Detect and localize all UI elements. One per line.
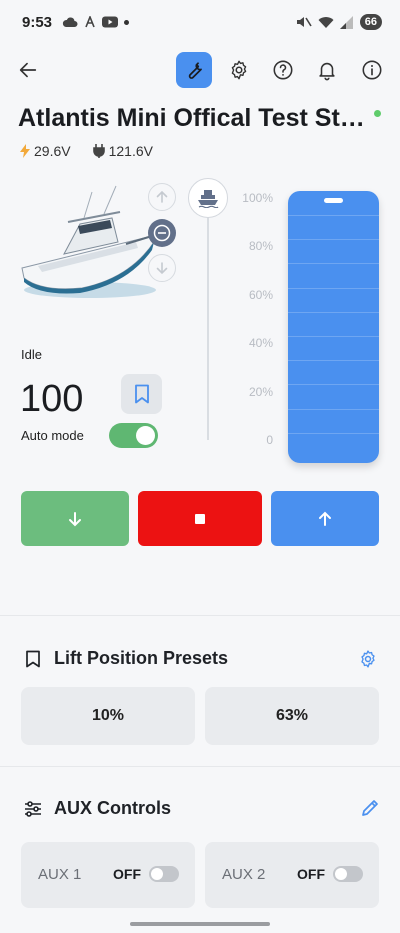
minus-button[interactable] [148, 219, 176, 247]
bar-grid-line [288, 384, 379, 385]
mute-icon [296, 17, 312, 27]
settings-button[interactable] [221, 52, 257, 88]
presets-header: Lift Position Presets [24, 648, 228, 669]
lift-value: 100 [20, 378, 84, 420]
lower-button[interactable] [21, 491, 129, 546]
aux-name: AUX 1 [38, 866, 82, 883]
lift-track [207, 200, 209, 440]
help-button[interactable] [265, 52, 301, 88]
toggle-knob [151, 868, 163, 880]
toggle-knob [335, 868, 347, 880]
device-header: Atlantis Mini Offical Test Sta... [18, 104, 384, 133]
aux-header: AUX Controls [24, 798, 171, 819]
section-divider [0, 766, 400, 767]
device-title: Atlantis Mini Offical Test Sta... [18, 104, 368, 132]
status-bar: 9:53 66 [0, 0, 400, 44]
scale-label: 80% [248, 239, 273, 253]
auto-mode-label: Auto mode [21, 428, 84, 443]
bar-grid-line [288, 433, 379, 434]
aux-name: AUX 2 [222, 866, 266, 883]
help-circle-icon [273, 60, 293, 80]
save-preset-button[interactable] [121, 374, 162, 414]
bar-grid-line [288, 336, 379, 337]
notification-dot-icon [124, 19, 130, 25]
wrench-icon [188, 62, 202, 79]
gear-icon [231, 60, 247, 80]
scale-label: 0 [266, 433, 273, 447]
arrow-up-icon [319, 511, 331, 526]
status-time: 9:53 [22, 13, 53, 31]
scale-label: 60% [248, 288, 273, 302]
lift-state-label: Idle [21, 347, 42, 362]
bar-grid-line [288, 409, 379, 410]
wifi-icon [318, 16, 334, 28]
bookmark-icon [26, 650, 40, 667]
toolbar [0, 48, 400, 92]
edit-aux-button[interactable] [359, 797, 381, 819]
bar-grid-line [288, 288, 379, 289]
preset-button[interactable]: 10% [21, 687, 195, 745]
cloud-icon [62, 17, 78, 27]
back-button[interactable] [10, 52, 46, 88]
online-status-dot [374, 110, 381, 117]
plug-icon [92, 144, 105, 158]
stop-button[interactable] [138, 491, 262, 546]
scale-label: 40% [248, 336, 273, 350]
minus-circle-icon [153, 224, 171, 242]
battery-icon: 66 [359, 14, 382, 30]
info-button[interactable] [354, 52, 390, 88]
lightning-icon [20, 144, 30, 158]
toggle-knob [136, 426, 155, 445]
bar-grid-line [288, 360, 379, 361]
arrow-up-icon [156, 190, 168, 203]
arrow-down-icon [156, 262, 168, 275]
a-icon [85, 16, 95, 28]
gear-icon [361, 650, 375, 668]
battery-voltage: 29.6V [34, 143, 71, 159]
bar-grid-line [288, 263, 379, 264]
lift-bar-handle[interactable] [324, 198, 343, 203]
nudge-up-button[interactable] [148, 183, 176, 211]
boat-icon [198, 190, 219, 208]
lift-position-bar[interactable] [288, 191, 379, 463]
aux-card: AUX 2 OFF [205, 842, 379, 908]
aux-card: AUX 1 OFF [21, 842, 195, 908]
boat-position-knob[interactable] [188, 178, 228, 218]
tools-tab-button[interactable] [176, 52, 212, 88]
arrow-left-icon [19, 62, 37, 78]
aux-state: OFF [113, 866, 141, 882]
presets-settings-button[interactable] [357, 648, 379, 670]
sliders-icon [25, 800, 41, 817]
home-indicator[interactable] [130, 922, 270, 926]
section-divider [0, 615, 400, 616]
signal-icon [339, 15, 353, 29]
raise-button[interactable] [271, 491, 379, 546]
pencil-icon [362, 800, 378, 816]
presets-title: Lift Position Presets [54, 648, 229, 668]
bar-grid-line [288, 312, 379, 313]
aux-state: OFF [297, 866, 325, 882]
plug-voltage: 121.6V [108, 143, 153, 159]
info-icon [362, 60, 382, 80]
bar-grid-line [288, 215, 379, 216]
notifications-button[interactable] [309, 52, 345, 88]
aux-toggle[interactable] [333, 866, 363, 882]
nudge-down-button[interactable] [148, 254, 176, 282]
auto-mode-toggle[interactable] [109, 423, 158, 448]
aux-toggle[interactable] [149, 866, 179, 882]
preset-button[interactable]: 63% [205, 687, 379, 745]
scale-label: 20% [248, 385, 273, 399]
youtube-icon [102, 16, 119, 28]
aux-title: AUX Controls [54, 798, 171, 818]
arrow-down-icon [69, 511, 81, 526]
bar-grid-line [288, 239, 379, 240]
scale-label: 100% [242, 191, 273, 205]
stop-icon [195, 513, 205, 524]
voltage-row: 29.6V 121.6V [20, 143, 153, 159]
bell-icon [319, 62, 335, 81]
bookmark-icon [134, 384, 149, 404]
